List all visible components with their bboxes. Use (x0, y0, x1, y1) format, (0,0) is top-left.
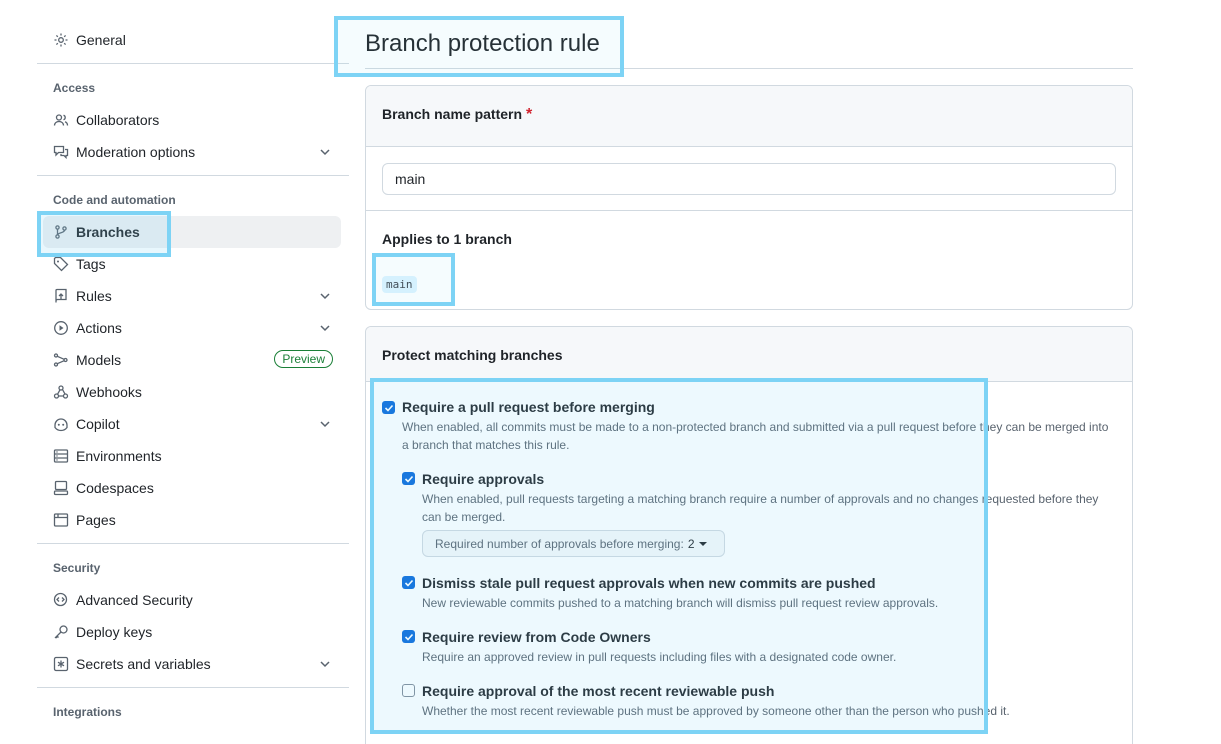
key-icon (52, 623, 70, 641)
webhook-icon (52, 383, 70, 401)
sidebar-item-general[interactable]: General (43, 24, 341, 56)
group-title-integrations: Integrations (53, 705, 122, 719)
chevron-down-icon[interactable] (317, 416, 333, 432)
sidebar-item-pages[interactable]: Pages (43, 504, 341, 536)
preview-badge: Preview (274, 350, 333, 368)
key-asterisk-icon (52, 655, 70, 673)
sidebar-item-label: Environments (76, 448, 162, 464)
branch-pattern-input[interactable]: main (382, 163, 1116, 195)
repo-push-icon (52, 287, 70, 305)
sidebar-item-label: Tags (76, 256, 106, 272)
sidebar-item-label: Secrets and variables (76, 656, 211, 672)
sidebar-item-rules[interactable]: Rules (43, 280, 341, 312)
sidebar-item-webhooks[interactable]: Webhooks (43, 376, 341, 408)
sidebar-item-label: Models (76, 352, 122, 368)
sidebar-item-models[interactable]: Models Preview (43, 344, 341, 376)
chevron-down-icon[interactable] (317, 320, 333, 336)
sidebar-item-secrets[interactable]: Secrets and variables (43, 648, 341, 680)
protect-branches-header: Protect matching branches (366, 327, 1132, 382)
gear-icon (52, 31, 70, 49)
sidebar-item-environments[interactable]: Environments (43, 440, 341, 472)
sidebar-item-label: Rules (76, 288, 112, 304)
sidebar-item-label: Pages (76, 512, 116, 528)
sidebar-item-codespaces[interactable]: Codespaces (43, 472, 341, 504)
sidebar-divider (37, 63, 349, 64)
sidebar-divider (37, 687, 349, 688)
branch-pattern-header: Branch name pattern * (366, 86, 1132, 147)
sidebar-divider (37, 175, 349, 176)
codespaces-icon (52, 479, 70, 497)
sidebar-item-label: General (76, 32, 126, 48)
comment-discussion-icon (52, 143, 70, 161)
copilot-icon (52, 415, 70, 433)
highlight-branch-chip (372, 253, 455, 306)
highlight-pr-options (370, 378, 988, 734)
box-divider (366, 210, 1132, 211)
protect-branches-title: Protect matching branches (382, 347, 563, 363)
group-title-access: Access (53, 81, 96, 95)
sidebar-item-moderation[interactable]: Moderation options (43, 136, 341, 168)
sidebar-item-label: Moderation options (76, 144, 196, 160)
sidebar-item-deploy-keys[interactable]: Deploy keys (43, 616, 341, 648)
applies-label: Applies to 1 branch (382, 231, 512, 247)
sidebar-item-label: Actions (76, 320, 122, 336)
branch-pattern-box: Branch name pattern * main Applies to 1 b… (365, 85, 1133, 310)
sidebar-item-label: Codespaces (76, 480, 154, 496)
sidebar-item-actions[interactable]: Actions (43, 312, 341, 344)
required-asterisk: * (526, 106, 533, 123)
tag-icon (52, 255, 70, 273)
group-title-security: Security (53, 561, 101, 575)
server-icon (52, 447, 70, 465)
highlight-branches (37, 211, 171, 257)
group-title-code-automation: Code and automation (53, 193, 176, 207)
chevron-down-icon[interactable] (317, 656, 333, 672)
sidebar-item-label: Copilot (76, 416, 120, 432)
models-icon (52, 351, 70, 369)
sidebar-item-label: Advanced Security (76, 592, 193, 608)
sidebar-divider (37, 543, 349, 544)
play-icon (52, 319, 70, 337)
sidebar-item-label: Collaborators (76, 112, 160, 128)
sidebar-item-copilot[interactable]: Copilot (43, 408, 341, 440)
sidebar-item-advanced-security[interactable]: Advanced Security (43, 584, 341, 616)
highlight-page-title (334, 16, 624, 77)
codescan-icon (52, 591, 70, 609)
chevron-down-icon[interactable] (317, 288, 333, 304)
branch-pattern-label: Branch name pattern (382, 106, 523, 122)
sidebar-item-collaborators[interactable]: Collaborators (43, 104, 341, 136)
sidebar-item-label: Webhooks (76, 384, 142, 400)
people-icon (52, 111, 70, 129)
chevron-down-icon[interactable] (317, 144, 333, 160)
browser-icon (52, 511, 70, 529)
sidebar-item-label: Deploy keys (76, 624, 153, 640)
